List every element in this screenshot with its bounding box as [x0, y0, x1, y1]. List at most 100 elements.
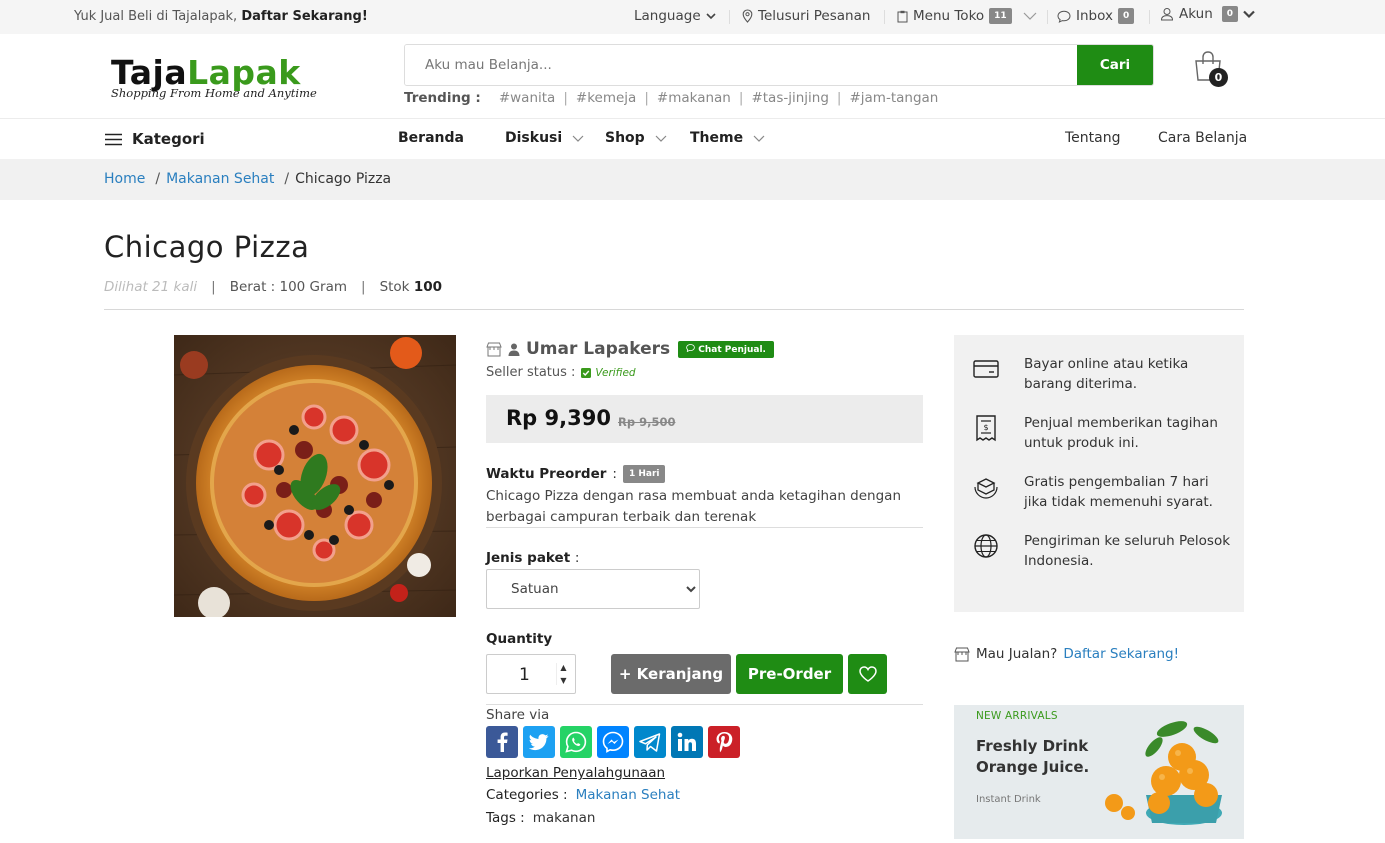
- wishlist-button[interactable]: [848, 654, 887, 694]
- inbox-badge: 0: [1117, 8, 1135, 24]
- add-to-cart-button[interactable]: + Keranjang: [611, 654, 731, 694]
- package-select[interactable]: Satuan: [486, 569, 700, 609]
- seller-status: Seller status : Verified: [486, 365, 636, 380]
- stock-label: Stok: [379, 279, 410, 295]
- product-description: Chicago Pizza dengan rasa membuat anda k…: [486, 488, 902, 525]
- promo-label: Yuk Jual Beli di Tajalapak,: [74, 9, 238, 24]
- whatsapp-share-button[interactable]: [560, 726, 592, 758]
- nav-item-tentang[interactable]: Tentang: [1065, 130, 1121, 146]
- trending-label: Trending :: [404, 90, 481, 106]
- nav-item-shop[interactable]: Shop: [605, 130, 667, 146]
- messenger-share-button[interactable]: [597, 726, 629, 758]
- search-input[interactable]: [405, 45, 1077, 85]
- trending-tag[interactable]: #wanita: [499, 90, 556, 106]
- seller-cta-text: Mau Jualan?: [976, 646, 1058, 662]
- stepper-arrows[interactable]: ▲ ▼: [556, 663, 570, 685]
- divider: [104, 309, 1244, 310]
- linkedin-share-button[interactable]: [671, 726, 703, 758]
- language-dropdown[interactable]: Language: [634, 8, 716, 24]
- nav-label: Shop: [605, 130, 645, 146]
- nav-item-cara-belanja[interactable]: Cara Belanja: [1158, 130, 1247, 146]
- trending-tag[interactable]: #makanan: [657, 90, 731, 106]
- inbox-label: Inbox: [1076, 8, 1113, 24]
- seller-register-link[interactable]: Daftar Sekarang!: [1063, 646, 1179, 662]
- trending-tags: Trending : #wanita | #kemeja | #makanan | #tas-…: [404, 90, 938, 106]
- chevron-down-icon: [572, 135, 584, 142]
- preorder-label: Waktu Preorder: [486, 466, 607, 482]
- divider: |: [738, 90, 744, 106]
- category-menu-button[interactable]: Kategori: [105, 130, 205, 148]
- telegram-share-button[interactable]: [634, 726, 666, 758]
- divider: [486, 704, 923, 705]
- benefit-text: Penjual memberikan tagihan untuk produk …: [1024, 415, 1218, 451]
- stepper-down-icon[interactable]: ▼: [560, 676, 566, 685]
- store-icon: [486, 342, 502, 356]
- nav-item-theme[interactable]: Theme: [690, 130, 765, 146]
- user-icon: [508, 343, 520, 356]
- trending-tag[interactable]: #tas-jinjing: [751, 90, 828, 106]
- nav-item-diskusi[interactable]: Diskusi: [505, 130, 584, 146]
- clipboard-icon: [897, 10, 908, 22]
- verified-label: Verified: [595, 366, 636, 379]
- register-link[interactable]: Daftar Sekarang!: [241, 9, 367, 24]
- trending-tag[interactable]: #kemeja: [576, 90, 636, 106]
- chat-seller-label: Chat Penjual.: [698, 344, 766, 355]
- map-pin-icon: [742, 9, 753, 23]
- report-abuse-link[interactable]: Laporkan Penyalahgunaan: [486, 765, 665, 781]
- nav-label: Tentang: [1065, 130, 1121, 146]
- package-label-row: Jenis paket :: [486, 550, 579, 566]
- pinterest-icon: [716, 732, 733, 753]
- search-button[interactable]: Cari: [1077, 45, 1153, 85]
- globe-icon: [974, 534, 998, 558]
- quantity-value: 1: [519, 665, 530, 685]
- chat-bubble-icon: [686, 343, 695, 352]
- product-image[interactable]: [174, 335, 456, 617]
- nav-item-beranda[interactable]: Beranda: [398, 130, 464, 146]
- divider: [1149, 10, 1150, 24]
- chevron-down-icon: [706, 13, 716, 20]
- weight-text: Berat : 100 Gram: [229, 279, 347, 295]
- chat-seller-button[interactable]: Chat Penjual.: [678, 340, 774, 358]
- twitter-share-button[interactable]: [523, 726, 555, 758]
- divider: [884, 10, 885, 24]
- tags-label: Tags :: [486, 810, 525, 826]
- share-buttons: [486, 726, 740, 758]
- track-order-link[interactable]: Telusuri Pesanan: [742, 8, 870, 24]
- preorder-badge: 1 Hari: [622, 465, 666, 483]
- divider: |: [211, 279, 216, 295]
- stock-value: 100: [413, 279, 442, 295]
- category-link[interactable]: Makanan Sehat: [576, 787, 680, 803]
- menu-toko-dropdown[interactable]: Menu Toko 11: [897, 8, 1037, 24]
- nav-label: Theme: [690, 130, 744, 146]
- account-dropdown[interactable]: Akun 0: [1160, 6, 1255, 22]
- benefit-text: Pengiriman ke seluruh Pelosok Indonesia.: [1024, 533, 1231, 569]
- telegram-icon: [639, 732, 661, 752]
- inbox-link[interactable]: Inbox 0: [1057, 8, 1135, 24]
- pizza-photo: [174, 335, 456, 617]
- seller-cta: Mau Jualan? Daftar Sekarang!: [954, 646, 1179, 662]
- site-logo[interactable]: TajaLapak Shopping From Home and Anytime: [111, 56, 317, 101]
- trending-tag[interactable]: #jam-tangan: [849, 90, 938, 106]
- preorder-button[interactable]: Pre-Order: [736, 654, 843, 694]
- pinterest-share-button[interactable]: [708, 726, 740, 758]
- chevron-down-icon: [753, 135, 765, 142]
- categories-label: Categories :: [486, 787, 568, 803]
- breadcrumb-category[interactable]: Makanan Sehat: [166, 171, 274, 187]
- track-order-label: Telusuri Pesanan: [758, 8, 871, 24]
- quantity-stepper[interactable]: 1 ▲ ▼: [486, 654, 576, 694]
- verified-badge: Verified: [581, 366, 636, 379]
- nav-label: Cara Belanja: [1158, 130, 1248, 146]
- top-bar: Yuk Jual Beli di Tajalapak, Daftar Sekar…: [0, 0, 1385, 34]
- stepper-up-icon[interactable]: ▲: [560, 663, 566, 672]
- facebook-share-button[interactable]: [486, 726, 518, 758]
- breadcrumb-home[interactable]: Home: [104, 171, 145, 187]
- breadcrumb-current: Chicago Pizza: [295, 171, 392, 187]
- promo-banner[interactable]: NEW ARRIVALS Freshly Drink Orange Juice.…: [954, 705, 1244, 839]
- account-label: Akun: [1179, 6, 1213, 22]
- nav-label: Diskusi: [505, 130, 563, 146]
- tag-link[interactable]: makanan: [533, 810, 596, 826]
- divider: |: [644, 90, 649, 106]
- cart-button[interactable]: 0: [1192, 50, 1232, 87]
- tags-row: Tags : makanan: [486, 810, 595, 826]
- seller-name-link[interactable]: Umar Lapakers: [526, 339, 670, 359]
